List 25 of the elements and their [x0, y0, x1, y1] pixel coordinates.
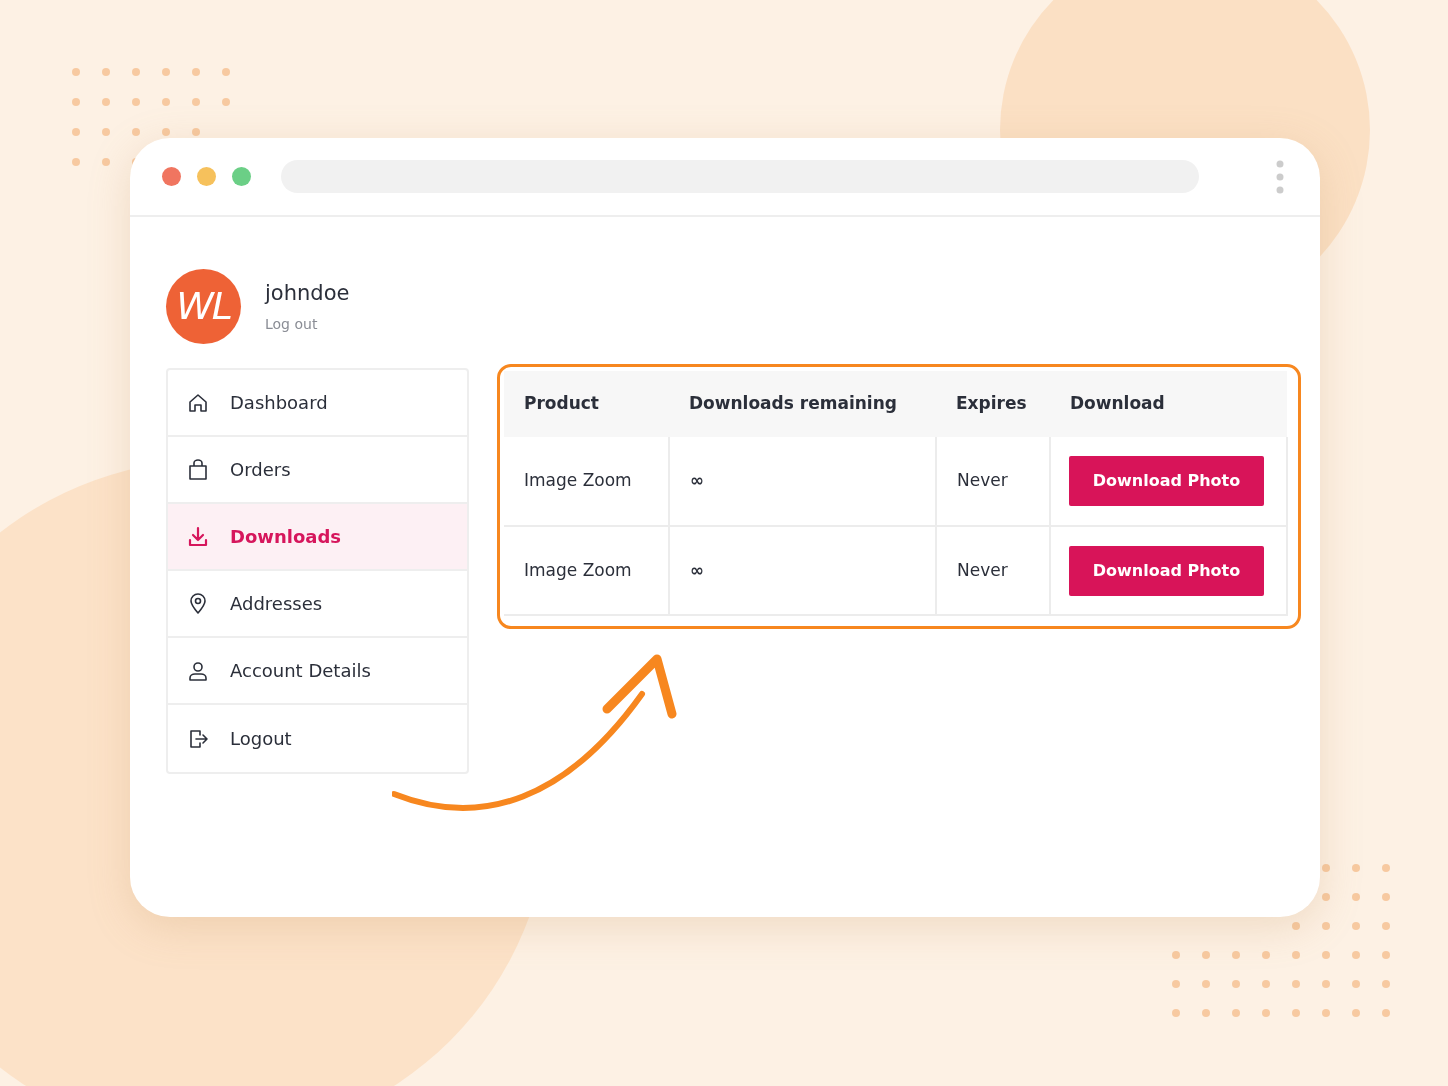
window-control-dot[interactable]	[197, 167, 216, 186]
column-header: Expires	[936, 371, 1050, 437]
shopping-bag-icon	[186, 457, 210, 482]
sidebar-item[interactable]: Downloads	[168, 504, 467, 571]
username: johndoe	[265, 280, 350, 308]
column-header: Product	[504, 371, 669, 437]
column-header: Downloads remaining	[669, 371, 936, 437]
table-cell: ∞	[669, 437, 936, 526]
column-header: Download	[1050, 371, 1287, 437]
sidebar-item[interactable]: Logout	[168, 705, 467, 772]
download-icon	[186, 524, 210, 549]
sidebar-item[interactable]: Dashboard	[168, 370, 467, 437]
menu-icon[interactable]	[1276, 159, 1284, 194]
window-control-dot[interactable]	[232, 167, 251, 186]
sidebar-item[interactable]: Account Details	[168, 638, 467, 705]
table-cell: Never	[936, 526, 1050, 615]
table-cell: Image Zoom	[504, 526, 669, 615]
sidebar-item[interactable]: Addresses	[168, 571, 467, 638]
logo: WL	[166, 269, 241, 344]
table-cell: Never	[936, 437, 1050, 526]
table-cell: Image Zoom	[504, 437, 669, 526]
download-button[interactable]: Download Photo	[1069, 545, 1264, 596]
window-control-dot[interactable]	[162, 167, 181, 186]
table-cell: ∞	[669, 526, 936, 615]
download-button[interactable]: Download Photo	[1069, 456, 1264, 506]
